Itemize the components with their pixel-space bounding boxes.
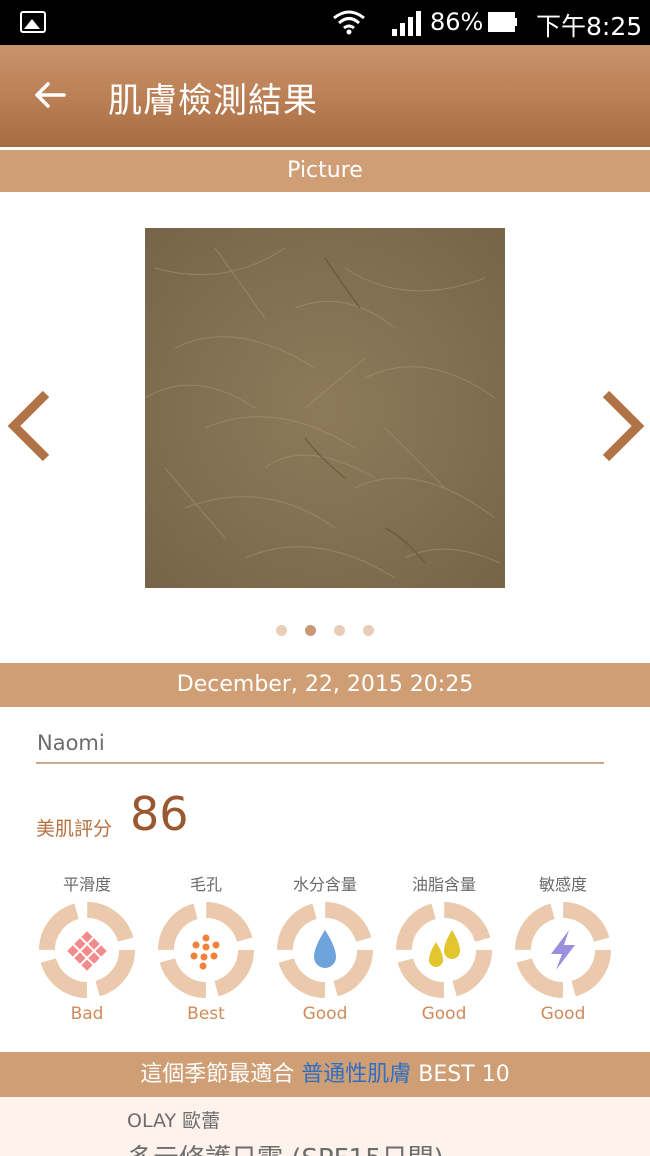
metric-ring: [39, 902, 135, 998]
score-label: 美肌評分: [36, 818, 113, 840]
metric-ring: [158, 902, 254, 998]
metric-status: Bad: [70, 1004, 104, 1024]
chevron-left-icon[interactable]: [6, 390, 52, 462]
metric-label: 油脂含量: [411, 875, 476, 894]
carousel-indicator: [276, 625, 376, 637]
carousel-dot[interactable]: [363, 625, 374, 636]
name-field: Naomi: [36, 728, 604, 764]
metric-status: Best: [187, 1004, 225, 1024]
carousel-dot[interactable]: [334, 625, 345, 636]
metric-ring: [396, 902, 492, 998]
metric-label: 平滑度: [62, 875, 111, 894]
metric-label: 毛孔: [189, 875, 222, 894]
picture-header: Picture: [0, 150, 650, 192]
battery-icon: [488, 12, 517, 32]
metric-ring: [277, 902, 373, 998]
metric-label: 水分含量: [292, 875, 357, 894]
gallery-icon: [20, 11, 46, 33]
metric-moisture: 水分含量 Good: [270, 872, 380, 1032]
metric-status: Good: [540, 1004, 586, 1024]
skin-photo: [145, 228, 505, 588]
metric-label: 敏感度: [538, 875, 587, 894]
metric-pores: 毛孔 Best: [151, 872, 261, 1032]
carousel-dot-active[interactable]: [305, 625, 316, 636]
product-list-item[interactable]: OLAY 歐蕾 多元修護日霜 (SPF15日間): [0, 1097, 650, 1156]
metric-status: Good: [302, 1004, 348, 1024]
skin-texture: [145, 247, 501, 579]
recommendation-header: 這個季節最適合 普通性肌膚 BEST 10: [0, 1052, 650, 1097]
score-value: 86: [130, 787, 189, 841]
battery-percent: 86%: [430, 8, 484, 36]
skin-type[interactable]: 普通性肌膚: [301, 1062, 411, 1087]
signal-icon: [392, 11, 421, 36]
metric-smoothness: 平滑度 Bad: [32, 872, 142, 1032]
product-name: 多元修護日霜 (SPF15日間): [127, 1138, 444, 1156]
metric-oil: 油脂含量 Good: [389, 872, 499, 1032]
carousel-dot[interactable]: [276, 625, 287, 636]
recommendation-suffix: BEST 10: [411, 1062, 510, 1087]
chevron-right-icon[interactable]: [600, 390, 646, 462]
clock: 下午8:25: [536, 12, 643, 41]
app-bar: 肌膚檢測結果: [0, 45, 650, 147]
page-title: 肌膚檢測結果: [108, 81, 318, 121]
metric-sensitivity: 敏感度 Good: [508, 872, 618, 1032]
arrow-left-icon[interactable]: [30, 75, 70, 115]
product-brand: OLAY 歐蕾: [127, 1110, 221, 1132]
result-date: December, 22, 2015 20:25: [0, 663, 650, 707]
wifi-icon: [333, 10, 365, 35]
recommendation-prefix: 這個季節最適合: [140, 1062, 302, 1087]
status-bar: 86% 下午8:25: [0, 0, 650, 45]
metric-ring: [515, 902, 611, 998]
metric-status: Good: [421, 1004, 467, 1024]
